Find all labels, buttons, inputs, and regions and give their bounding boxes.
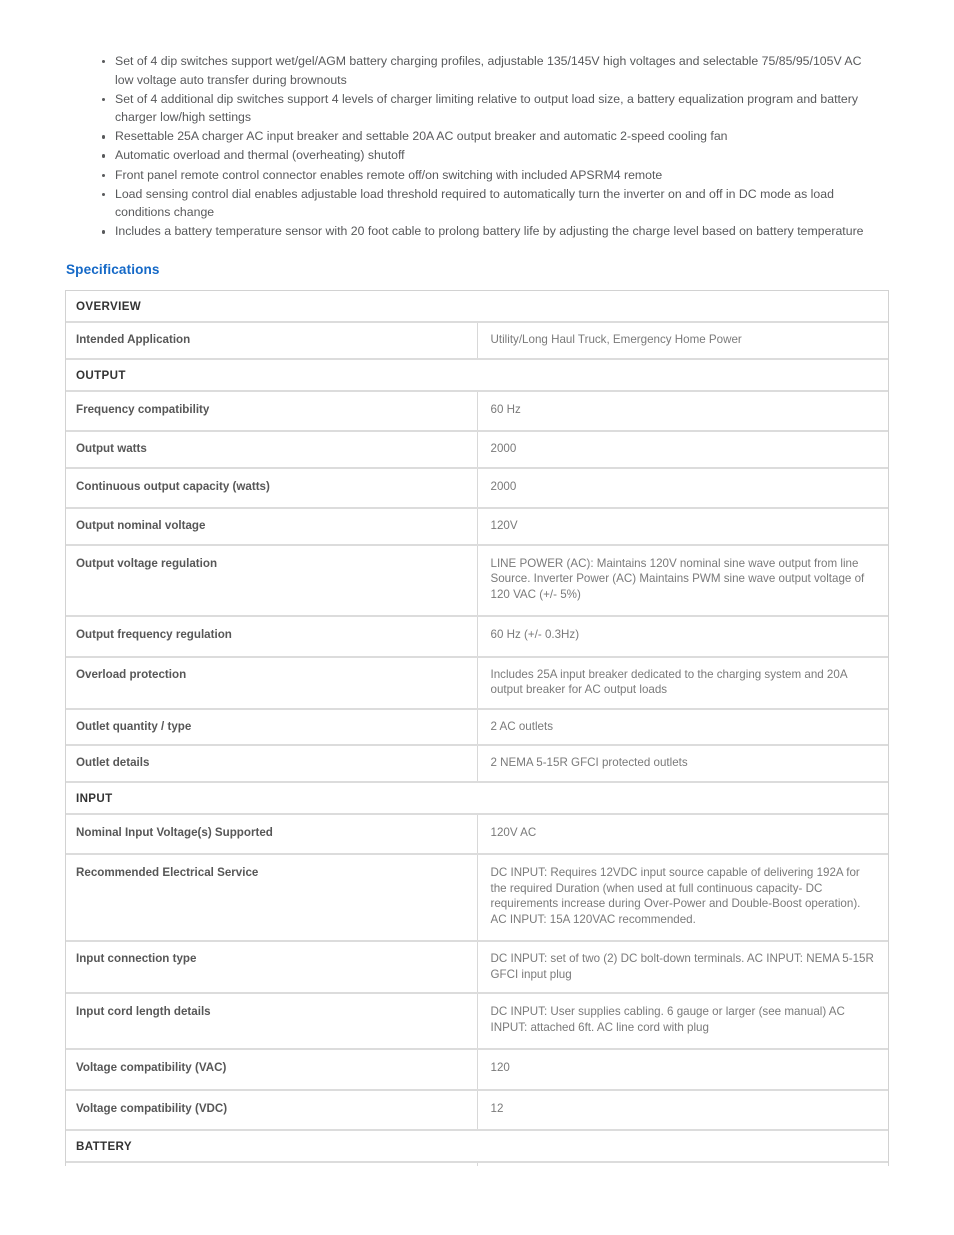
feature-bullet-item: Resettable 25A charger AC input breaker … <box>96 127 882 146</box>
spec-row: Output watts 2000 <box>66 431 888 469</box>
spec-row-value: 2 AC outlets <box>477 708 888 746</box>
spec-row: Voltage compatibility (VDC) 12 <box>66 1089 888 1131</box>
spec-row: Output frequency regulation 60 Hz (+/- 0.… <box>66 616 888 658</box>
spec-row: Output nominal voltage 120V <box>66 508 888 546</box>
spec-row: Input connection type DC INPUT: set of tw… <box>66 941 888 994</box>
spec-row-value: 60 Hz (+/- 0.3Hz) <box>477 616 888 658</box>
spec-row: Input cord length details DC INPUT: User … <box>66 993 888 1050</box>
feature-bullet-item: Set of 4 dip switches support wet/gel/AG… <box>96 52 882 89</box>
spec-row: Expandable battery runtimeRuntime is exp… <box>66 1162 888 1166</box>
spec-row-value: 60 Hz <box>477 390 888 432</box>
spec-row: Nominal Input Voltage(s) Supported 120V A… <box>66 813 888 855</box>
spec-row-value: 2000 <box>477 431 888 469</box>
spec-row-label: Output watts <box>66 431 478 469</box>
spec-row-label: Outlet quantity / type <box>66 708 478 746</box>
spec-row: Continuous output capacity (watts) 2000 <box>66 467 888 509</box>
spec-section-header-row: OVERVIEW <box>66 291 888 323</box>
spec-row-label: Output voltage regulation <box>66 544 478 617</box>
feature-bullet-item: Front panel remote control connector ena… <box>96 166 882 185</box>
spec-row-value: 2 NEMA 5-15R GFCI protected outlets <box>477 745 888 783</box>
spec-row-label: Input cord length details <box>66 993 478 1050</box>
spec-row-value: 2000 <box>477 467 888 509</box>
spec-row-value: 120V AC <box>477 813 888 855</box>
spec-section-header-row: BATTERY <box>66 1130 888 1163</box>
spec-section-title: OUTPUT <box>66 358 888 392</box>
spec-row: Outlet quantity / type 2 AC outlets <box>66 708 888 746</box>
specifications-heading: Specifications <box>66 262 160 277</box>
spec-section-header-row: INPUT <box>66 781 888 815</box>
spec-section-title: INPUT <box>66 781 888 815</box>
spec-section-title: OVERVIEW <box>66 291 888 323</box>
spec-row-label: Recommended Electrical Service <box>66 854 478 942</box>
spec-row-label: Expandable battery runtime <box>66 1162 478 1166</box>
specifications-table: OVERVIEW Intended Application Utility/Long… <box>66 291 888 1166</box>
spec-row-value: DC INPUT: User supplies cabling. 6 gauge… <box>477 993 888 1050</box>
spec-row-label: Outlet details <box>66 745 478 783</box>
spec-row-value: 120 <box>477 1049 888 1091</box>
spec-row-label: Voltage compatibility (VAC) <box>66 1049 478 1091</box>
specifications-table-body: OVERVIEW Intended Application Utility/Long… <box>66 291 888 1166</box>
feature-bullet-item: Automatic overload and thermal (overheat… <box>96 146 882 165</box>
spec-row-value: DC INPUT: Requires 12VDC input source ca… <box>477 854 888 942</box>
spec-row: Recommended Electrical Service DC INPUT: … <box>66 854 888 942</box>
spec-row-value: LINE POWER (AC): Maintains 120V nominal … <box>477 544 888 617</box>
spec-section-title: BATTERY <box>66 1130 888 1163</box>
spec-row-label: Overload protection <box>66 656 478 710</box>
spec-row-value: 120V <box>477 508 888 546</box>
spec-section-header-row: OUTPUT <box>66 358 888 392</box>
spec-row: Intended Application Utility/Long Haul Tr… <box>66 322 888 360</box>
spec-row: Outlet details 2 NEMA 5-15R GFCI protecte… <box>66 745 888 783</box>
feature-bullet-item: Set of 4 additional dip switches support… <box>96 90 882 127</box>
spec-row-label: Intended Application <box>66 322 478 360</box>
spec-row: Voltage compatibility (VAC) 120 <box>66 1049 888 1091</box>
spec-row: Frequency compatibility 60 Hz <box>66 390 888 432</box>
spec-row-value: 12 <box>477 1089 888 1131</box>
spec-row-value: DC INPUT: set of two (2) DC bolt-down te… <box>477 941 888 994</box>
spec-row-label: Voltage compatibility (VDC) <box>66 1089 478 1131</box>
spec-row-value: Runtime is expandable with any number of… <box>477 1162 888 1166</box>
feature-bullet-list: Set of 4 dip switches support wet/gel/AG… <box>96 52 882 241</box>
spec-row-label: Frequency compatibility <box>66 390 478 432</box>
feature-bullet-item: Load sensing control dial enables adjust… <box>96 185 882 222</box>
spec-row-label: Input connection type <box>66 941 478 994</box>
specifications-table-container: OVERVIEW Intended Application Utility/Long… <box>65 290 889 1166</box>
spec-row-value: Utility/Long Haul Truck, Emergency Home … <box>477 322 888 360</box>
spec-row-label: Output frequency regulation <box>66 616 478 658</box>
spec-row-value: Includes 25A input breaker dedicated to … <box>477 656 888 710</box>
spec-row: Output voltage regulation LINE POWER (AC)… <box>66 544 888 617</box>
feature-bullet-item: Includes a battery temperature sensor wi… <box>96 222 882 241</box>
spec-row-label: Output nominal voltage <box>66 508 478 546</box>
spec-row-label: Nominal Input Voltage(s) Supported <box>66 813 478 855</box>
spec-row: Overload protection Includes 25A input br… <box>66 656 888 710</box>
spec-row-label: Continuous output capacity (watts) <box>66 467 478 509</box>
